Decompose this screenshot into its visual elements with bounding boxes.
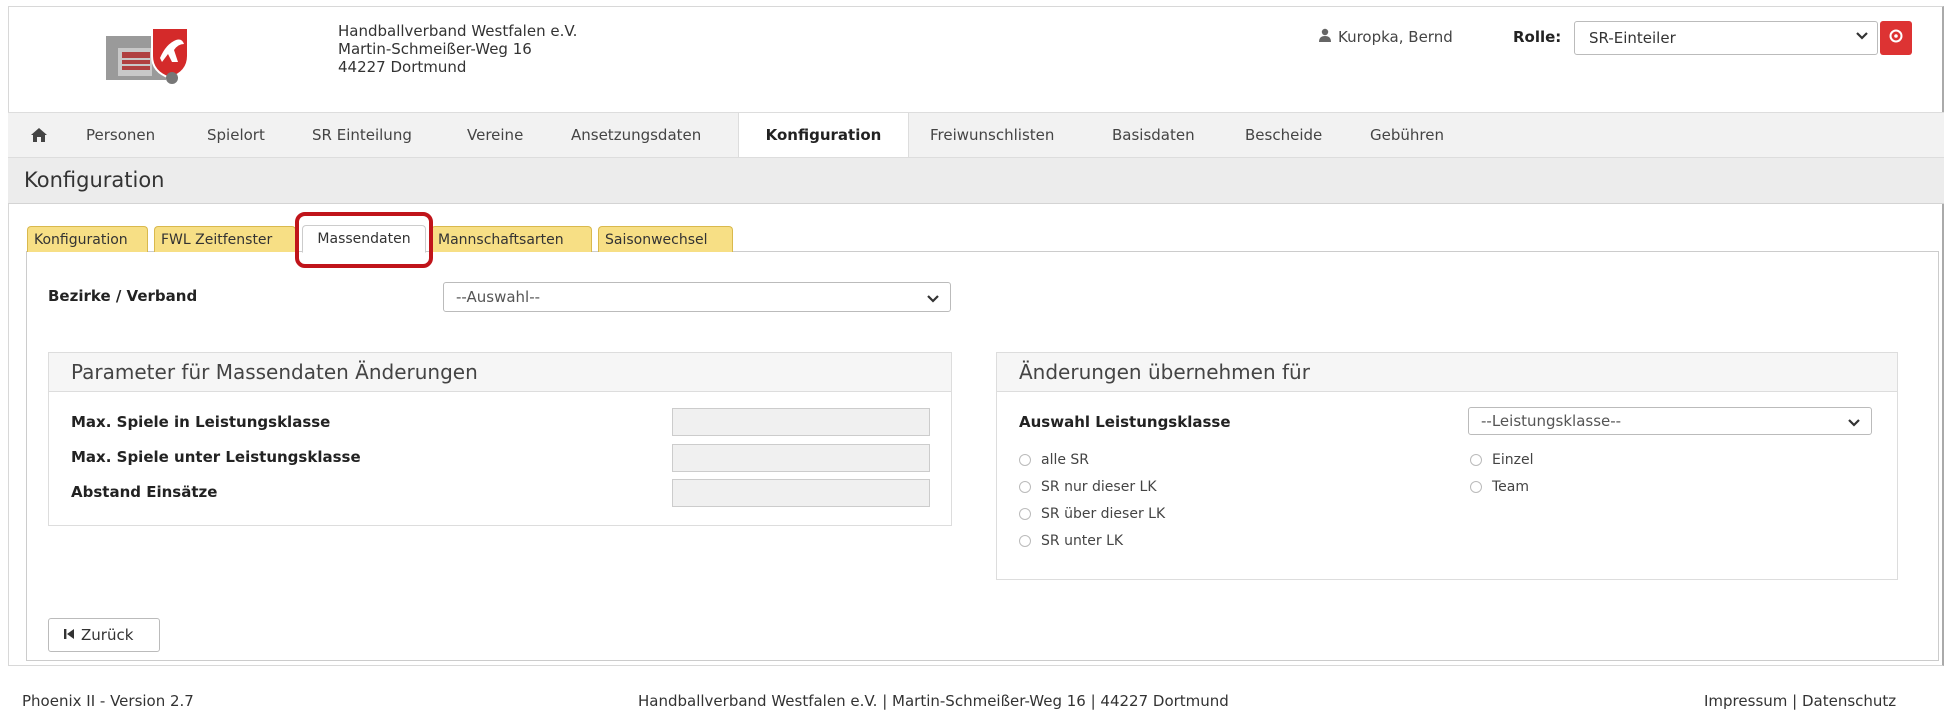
apply-panel: Änderungen übernehmen für Auswahl Leistu… [996,352,1898,580]
back-icon [63,626,75,644]
nav-item-vereine[interactable]: Vereine [467,113,523,157]
radio-label: SR nur dieser LK [1041,479,1157,495]
org-name: Handballverband Westfalen e.V. [338,22,578,40]
nav-item-sr-einteilung[interactable]: SR Einteilung [312,113,412,157]
bezirke-select[interactable]: --Auswahl-- [443,282,951,312]
radio-circle [1019,535,1031,547]
radio-label: SR über dieser LK [1041,506,1166,522]
radio-sr-nur-dieser-lk[interactable]: SR nur dieser LK [1019,479,1157,495]
rolle-label: Rolle: [1513,28,1562,46]
rolle-value: SR-Einteiler [1589,29,1676,47]
chevron-down-icon [1855,29,1869,47]
back-label: Zurück [81,626,134,644]
main-nav: Personen Spielort SR Einteilung Vereine … [8,112,1944,158]
radio-label: alle SR [1041,452,1090,468]
nav-item-freiwunschlisten[interactable]: Freiwunschlisten [930,113,1054,157]
bezirke-value: --Auswahl-- [456,288,541,306]
rolle-select[interactable]: SR-Einteiler [1574,21,1878,55]
logo [102,22,206,84]
radio-label: Einzel [1492,452,1534,468]
lk-label: Auswahl Leistungsklasse [1019,413,1231,431]
tab-saisonwechsel[interactable]: Saisonwechsel [598,226,733,252]
radio-circle [1019,481,1031,493]
tab-fwl-zeitfenster[interactable]: FWL Zeitfenster [154,226,296,252]
tab-mannschaftsarten[interactable]: Mannschaftsarten [431,226,592,252]
radio-sr-ueber-dieser-lk[interactable]: SR über dieser LK [1019,506,1165,522]
param-panel-title: Parameter für Massendaten Änderungen [49,353,951,392]
apply-panel-title: Änderungen übernehmen für [997,353,1897,392]
radio-alle-sr[interactable]: alle SR [1019,452,1089,468]
chevron-down-icon [1847,414,1861,440]
current-user[interactable]: Kuropka, Bernd [1318,28,1453,46]
radio-label: Team [1492,479,1530,495]
tab-konfiguration[interactable]: Konfiguration [27,226,148,252]
org-address: Handballverband Westfalen e.V. Martin-Sc… [338,22,577,76]
field-label-max-spiele-unter-lk: Max. Spiele unter Leistungsklasse [71,448,361,466]
nav-item-konfiguration[interactable]: Konfiguration [738,113,909,157]
nav-item-personen[interactable]: Personen [86,113,155,157]
radio-circle [1019,508,1031,520]
page-title: Konfiguration [24,168,165,192]
power-icon [1888,28,1904,48]
radio-circle [1470,481,1482,493]
max-spiele-unter-lk-input[interactable] [672,444,930,472]
nav-item-gebuehren[interactable]: Gebühren [1370,113,1444,157]
nav-item-basisdaten[interactable]: Basisdaten [1112,113,1195,157]
highlight-box [295,212,433,268]
radio-label: SR unter LK [1041,533,1124,549]
org-street: Martin-Schmeißer-Weg 16 [338,40,532,58]
nav-item-bescheide[interactable]: Bescheide [1245,113,1322,157]
user-name: Kuropka, Bernd [1338,28,1453,46]
home-icon[interactable] [30,127,48,147]
radio-einzel[interactable]: Einzel [1470,452,1533,468]
footer-version: Phoenix II - Version 2.7 [22,692,194,710]
page-title-bar: Konfiguration [8,158,1944,204]
abstand-einsaetze-input[interactable] [672,479,930,507]
leistungsklasse-select[interactable]: --Leistungsklasse-- [1468,407,1872,435]
lk-value: --Leistungsklasse-- [1481,412,1622,430]
field-label-max-spiele-lk: Max. Spiele in Leistungsklasse [71,413,331,431]
logout-button[interactable] [1880,21,1912,55]
radio-circle [1470,454,1482,466]
footer-address: Handballverband Westfalen e.V. | Martin-… [638,692,1229,710]
nav-item-ansetzungsdaten[interactable]: Ansetzungsdaten [571,113,701,157]
radio-team[interactable]: Team [1470,479,1529,495]
user-icon [1318,28,1332,46]
back-button[interactable]: Zurück [48,618,160,652]
field-label-abstand-einsaetze: Abstand Einsätze [71,483,218,501]
footer-links[interactable]: Impressum | Datenschutz [1704,692,1896,710]
radio-sr-unter-lk[interactable]: SR unter LK [1019,533,1123,549]
max-spiele-lk-input[interactable] [672,408,930,436]
org-city: 44227 Dortmund [338,58,467,76]
chevron-down-icon [926,289,940,317]
param-panel: Parameter für Massendaten Änderungen Max… [48,352,952,526]
bezirke-label: Bezirke / Verband [48,287,198,305]
nav-item-spielort[interactable]: Spielort [207,113,265,157]
radio-circle [1019,454,1031,466]
